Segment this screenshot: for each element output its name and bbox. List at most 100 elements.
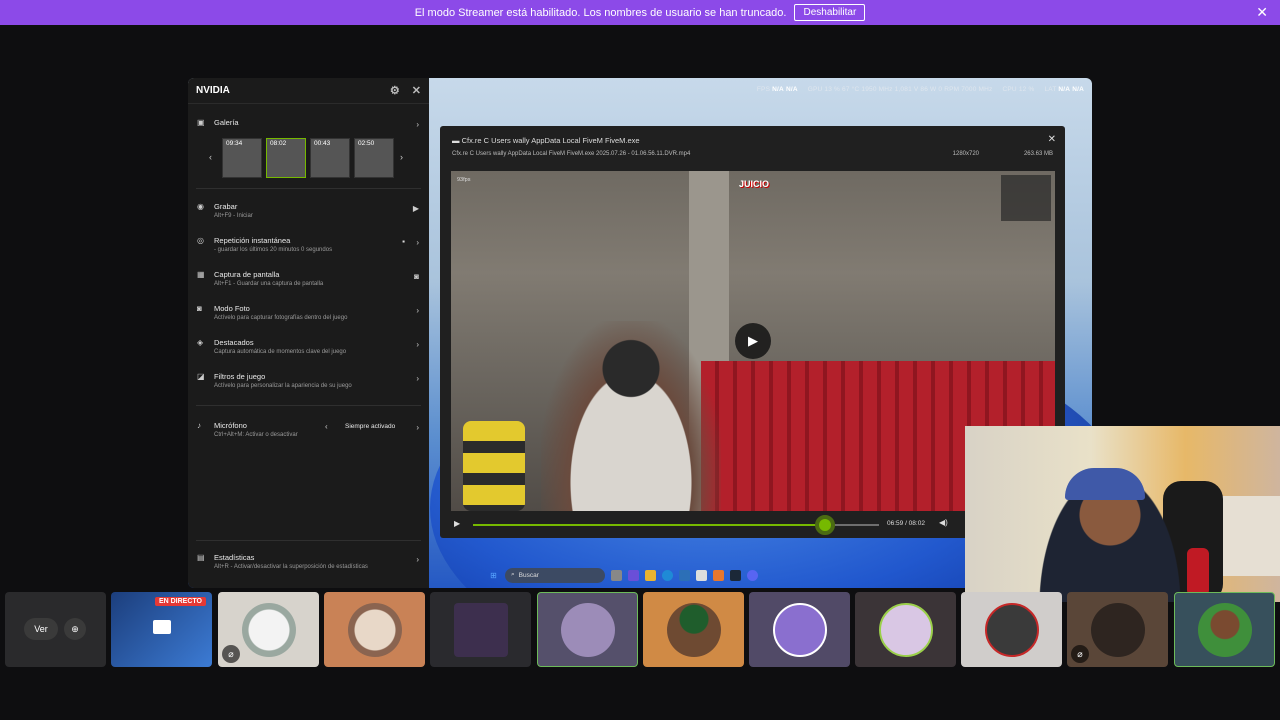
filter-icon: ◪: [197, 372, 205, 381]
save-icon[interactable]: ▪: [402, 237, 405, 246]
task-view-icon[interactable]: [611, 569, 622, 581]
record-row[interactable]: ◉ Grabar Alt+F9 - Iniciar ▶: [188, 202, 429, 219]
gallery-label: Galería: [214, 118, 239, 127]
game-filters-row[interactable]: ◪ Filtros de juego Actívelo para persona…: [188, 372, 429, 389]
cpu-stat: CPU 12 %: [1002, 86, 1035, 93]
nvidia-title: NVIDIA: [196, 85, 230, 96]
stats-icon: ▤: [197, 553, 205, 562]
camera-icon[interactable]: ◙: [414, 272, 419, 281]
pop-out-icon[interactable]: ⊕: [64, 618, 86, 640]
gallery-thumb[interactable]: 02:50: [354, 138, 394, 178]
chevron-right-icon: ›: [416, 374, 419, 383]
chevron-right-icon[interactable]: ›: [416, 423, 419, 432]
image-icon: ▦: [197, 270, 205, 279]
nvidia-overlay-panel: NVIDIA ⚙ ✕ ▣ Galería › ‹ 09:34 08:02 00:…: [188, 78, 429, 588]
player-resolution: 1280x720: [952, 151, 979, 157]
folder-icon[interactable]: [645, 569, 656, 581]
windows-start-icon[interactable]: ⊞: [488, 570, 499, 581]
play-icon[interactable]: ▶: [454, 519, 460, 528]
view-button[interactable]: Ver: [24, 618, 58, 640]
webcam-cap: [1065, 468, 1145, 500]
microphone-mode-value: Siempre activado: [345, 423, 396, 430]
close-icon[interactable]: ✕: [1256, 4, 1268, 21]
participant-tile[interactable]: ⌀: [1067, 592, 1168, 667]
seek-bar[interactable]: [473, 515, 879, 535]
search-icon: ⌕: [511, 571, 515, 578]
participant-tile[interactable]: ⌀: [218, 592, 319, 667]
avatar: [772, 602, 827, 657]
chevron-right-icon[interactable]: ›: [400, 152, 403, 162]
webcam-microphone: [1187, 548, 1209, 596]
avatar: [1197, 602, 1252, 657]
gallery-thumb-selected[interactable]: 08:02: [266, 138, 306, 178]
avatar: [241, 602, 296, 657]
gear-icon[interactable]: ⚙: [390, 84, 400, 97]
participant-tile[interactable]: [961, 592, 1062, 667]
seek-progress: [473, 524, 826, 526]
participant-tile[interactable]: [855, 592, 956, 667]
highlights-row[interactable]: ◈ Destacados Captura automática de momen…: [188, 338, 429, 355]
edge-icon[interactable]: [662, 569, 673, 581]
video-logo: JUICIO: [739, 179, 770, 189]
fps-stat: FPS N/A N/A: [756, 86, 798, 93]
seek-handle[interactable]: [815, 515, 836, 535]
replay-icon: ◎: [197, 236, 204, 245]
instant-replay-row[interactable]: ◎ Repetición instantánea - guardar los ú…: [188, 236, 429, 253]
participant-tile-speaking[interactable]: [1174, 592, 1275, 667]
copilot-icon[interactable]: [628, 569, 639, 581]
video-character: [541, 321, 721, 511]
participant-tile-speaking[interactable]: [537, 592, 638, 667]
volume-icon[interactable]: ◀): [939, 518, 948, 527]
folder-icon: ▬: [452, 136, 460, 145]
divider: [196, 188, 421, 189]
gallery-thumb[interactable]: 09:34: [222, 138, 262, 178]
taskbar-search[interactable]: ⌕ Buscar: [505, 567, 605, 583]
record-icon: ◉: [197, 202, 204, 211]
participant-tile[interactable]: [749, 592, 850, 667]
chevron-right-icon: ›: [416, 306, 419, 315]
muted-icon: ⌀: [1071, 645, 1089, 663]
screen-share-icon: [153, 620, 171, 634]
participant-tile-live[interactable]: EN DIRECTO: [111, 592, 212, 667]
gallery-row[interactable]: ▣ Galería ›: [188, 118, 429, 129]
player-filesize: 263.63 MB: [1023, 151, 1053, 157]
play-icon[interactable]: ▶: [413, 204, 419, 213]
windows-taskbar: ⊞ ⌕ Buscar: [488, 565, 788, 585]
statistics-row[interactable]: ▤ Estadísticas Alt+R - Activar/desactiva…: [188, 553, 429, 570]
participant-tile[interactable]: [324, 592, 425, 667]
screenshot-row[interactable]: ▦ Captura de pantalla Alt+F1 - Guardar u…: [188, 270, 429, 287]
app-icon[interactable]: [713, 569, 724, 581]
gallery-thumb[interactable]: 00:43: [310, 138, 350, 178]
banner-message: El modo Streamer está habilitado. Los no…: [414, 6, 787, 19]
video-fps-tag: 93fps: [457, 177, 471, 183]
chevron-right-icon: ›: [416, 555, 419, 564]
participant-tile-self[interactable]: Ver ⊕: [5, 592, 106, 667]
chevron-right-icon: ›: [416, 120, 419, 129]
store-icon[interactable]: [679, 569, 690, 581]
photo-mode-row[interactable]: ◙ Modo Foto Actívelo para capturar fotog…: [188, 304, 429, 321]
video-barrel: [463, 421, 525, 511]
play-icon[interactable]: ▶: [735, 323, 771, 359]
participant-tile[interactable]: [430, 592, 531, 667]
chevron-left-icon[interactable]: ‹: [325, 422, 328, 431]
gpu-stat: GPU 13 % 67 °C 1950 MHz 1,081 V 86 W 0 R…: [807, 86, 993, 93]
steam-icon[interactable]: [730, 569, 741, 581]
close-icon[interactable]: ✕: [412, 84, 421, 97]
webcam-feed[interactable]: [965, 426, 1280, 602]
live-badge: EN DIRECTO: [154, 597, 206, 606]
chevron-left-icon[interactable]: ‹: [209, 152, 212, 162]
participant-tile[interactable]: [643, 592, 744, 667]
microphone-icon: ♪: [197, 421, 201, 430]
streamer-mode-banner: El modo Streamer está habilitado. Los no…: [0, 0, 1280, 25]
disable-streamer-mode-button[interactable]: Deshabilitar: [794, 4, 866, 21]
app-icon[interactable]: [696, 569, 707, 581]
performance-overlay: FPS N/A N/A GPU 13 % 67 °C 1950 MHz 1,08…: [757, 86, 1084, 93]
avatar: [560, 602, 615, 657]
avatar: [453, 602, 508, 657]
highlights-icon: ◈: [197, 338, 204, 347]
close-icon[interactable]: ✕: [1048, 134, 1056, 145]
microphone-row[interactable]: ♪ Micrófono Ctrl+Alt+M: Activar o desact…: [188, 421, 429, 438]
divider: [196, 405, 421, 406]
chevron-right-icon: ›: [416, 340, 419, 349]
discord-icon[interactable]: [747, 569, 758, 581]
